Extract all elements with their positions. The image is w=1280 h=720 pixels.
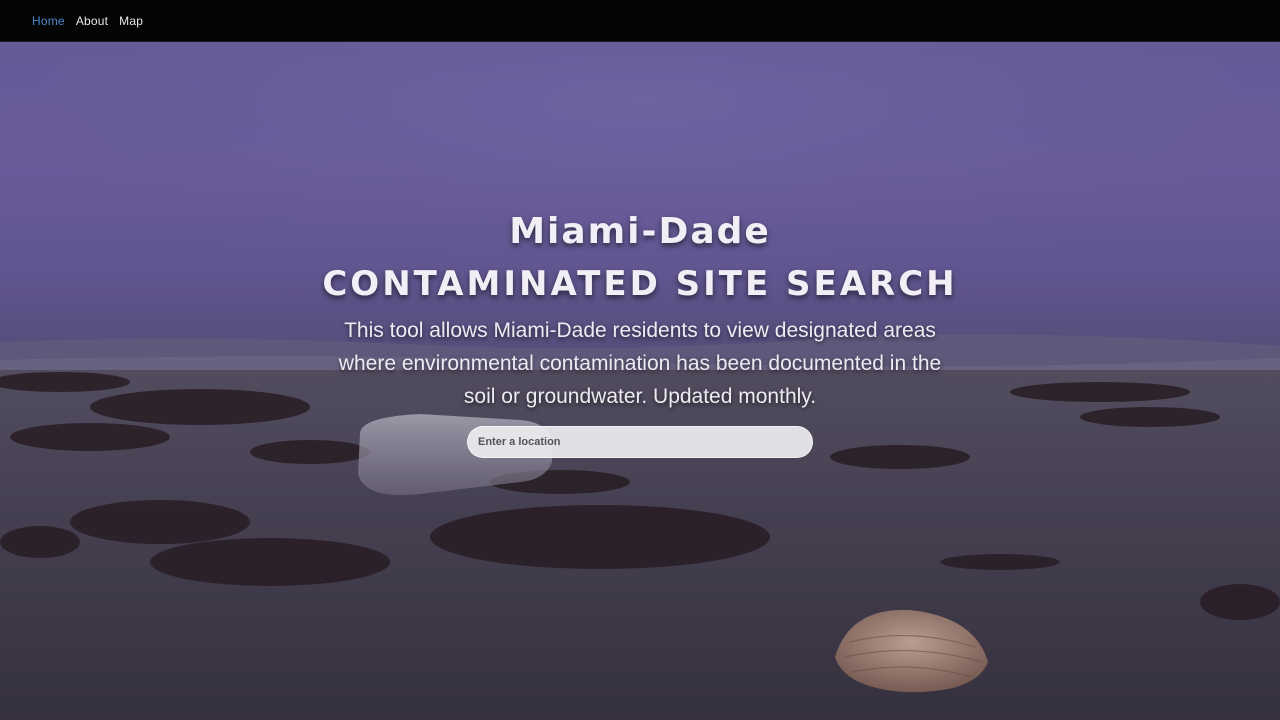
nav-map-link[interactable]: Map (119, 14, 143, 28)
nav-about-link[interactable]: About (76, 14, 108, 28)
hero-section: Miami-Dade CONTAMINATED SITE SEARCH This… (0, 42, 1280, 720)
top-navbar: Home About Map (0, 0, 1280, 42)
location-search-input[interactable] (467, 426, 813, 458)
hero-content: Miami-Dade CONTAMINATED SITE SEARCH This… (0, 210, 1280, 458)
nav-home-link[interactable]: Home (32, 14, 65, 28)
search-container (467, 426, 813, 458)
hero-description: This tool allows Miami-Dade residents to… (338, 319, 942, 408)
page-title-line2: CONTAMINATED SITE SEARCH (322, 264, 958, 304)
page-title-line1: Miami-Dade (509, 211, 771, 252)
